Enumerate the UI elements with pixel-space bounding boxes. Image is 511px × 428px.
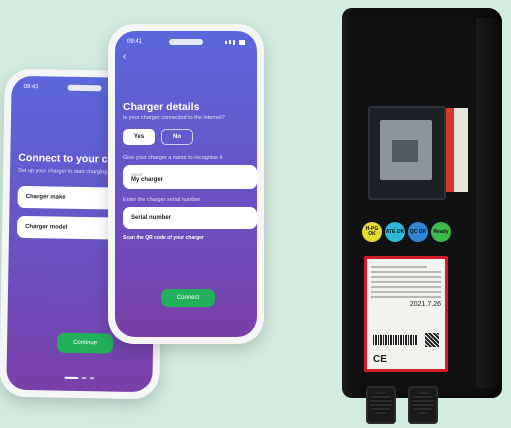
rating-plate: 2021.7.26 CE: [364, 256, 448, 372]
led-qc: QC OK: [408, 222, 428, 242]
led-hpg-label: H-PG OK: [365, 226, 379, 237]
name-prompt: Give your charger a name to recognise it: [123, 155, 223, 161]
scan-qr-link[interactable]: Scan the QR code of your charger: [123, 235, 204, 241]
phone-front: 09:41 ‹ Charger details Is your charger …: [108, 24, 264, 344]
led-ate: ATE OK: [385, 222, 405, 242]
breaker-window: [368, 106, 446, 200]
charger-side: [476, 18, 502, 388]
continue-button[interactable]: Continue: [56, 332, 114, 354]
status-bar: 09:41: [127, 37, 245, 47]
barcode: [373, 335, 417, 345]
ce-mark: CE: [373, 354, 387, 365]
led-ate-label: ATE OK: [385, 228, 405, 235]
yes-toggle[interactable]: Yes: [123, 129, 155, 145]
qr-code: [425, 333, 439, 347]
charger-name-field-value: My charger: [131, 176, 164, 183]
connect-button[interactable]: Connect: [161, 289, 215, 307]
ev-charger: H-PG OK ATE OK QC OK Ready 2021.7.26 CE: [336, 8, 508, 426]
no-toggle[interactable]: No: [161, 129, 193, 145]
cable-gland-right: [408, 386, 438, 424]
charger-body: H-PG OK ATE OK QC OK Ready 2021.7.26 CE: [342, 8, 502, 398]
circuit-breaker: [380, 120, 432, 180]
cable-gland-left: [366, 386, 396, 424]
back-icon[interactable]: ‹: [123, 51, 126, 62]
serial-prompt: Enter the charger serial number: [123, 197, 201, 203]
serial-number-field-value: Serial number: [131, 215, 172, 221]
phone-notch: [67, 84, 102, 92]
charger-name-field[interactable]: NAME My charger: [123, 165, 257, 189]
led-qc-label: QC OK: [409, 228, 427, 235]
serial-number-field[interactable]: Serial number: [123, 207, 257, 229]
internet-question: Is your charger connected to the interne…: [123, 115, 225, 121]
page-indicator: [64, 376, 95, 380]
plate-date: 2021.7.26: [409, 301, 441, 308]
warning-label: [446, 108, 468, 192]
page-subtitle: Set up your charger to start charging: [18, 167, 108, 176]
signal-icon: [225, 39, 245, 45]
page-title: Charger details: [123, 101, 200, 113]
led-ready: Ready: [431, 222, 451, 242]
phone-front-screen: 09:41 ‹ Charger details Is your charger …: [115, 31, 257, 337]
led-hpg: H-PG OK: [362, 222, 382, 242]
led-ready-label: Ready: [433, 228, 449, 235]
status-time: 09:41: [23, 83, 39, 91]
phone-notch: [169, 39, 203, 45]
status-time: 09:41: [127, 39, 143, 45]
